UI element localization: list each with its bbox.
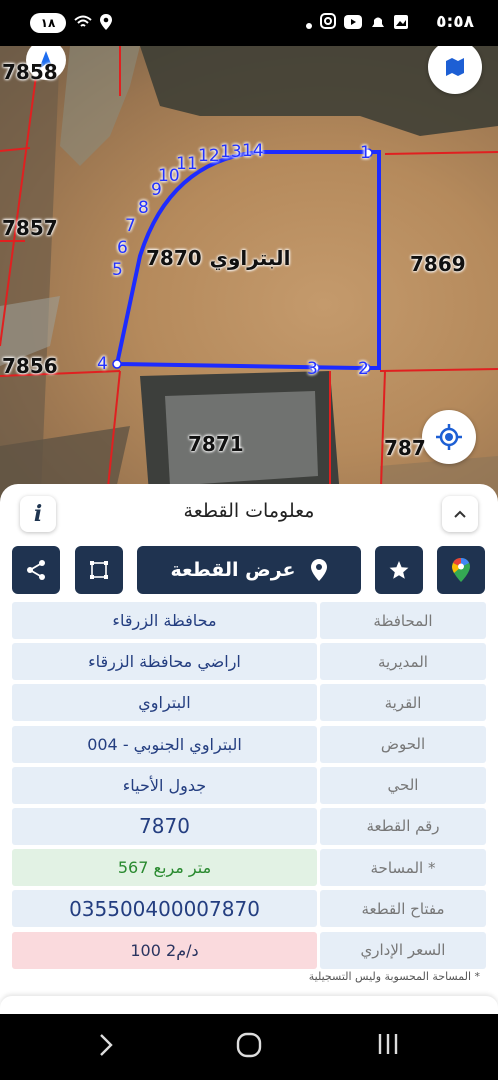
location-pin-icon [310,559,327,581]
instagram-icon [320,13,336,33]
parcel-info-panel: i معلومات القطعة عرض القطعة محافظة الزرق… [0,484,498,1014]
detail-value: 567 متر مربع [12,849,317,887]
parcel-label[interactable]: 7869 [410,252,466,276]
gps-target-icon [436,424,462,450]
detail-label: الحي [320,766,486,804]
vertex-label: 14 [242,141,264,161]
battery-level: ١٨ [40,16,56,30]
status-icons-left: ١٨ [30,13,112,33]
parcel-details-table: محافظة الزرقاء المحافظة اراضي محافظة الز… [12,602,486,973]
detail-value: البتراوي [12,684,317,722]
vertex-label: 3 [307,359,318,379]
chevron-right-icon [100,1034,113,1056]
chevron-up-icon [454,510,466,518]
detail-label: المساحة * [320,849,486,887]
boundary-button[interactable] [75,546,123,594]
parcel-label[interactable]: 7871 [188,432,244,456]
detail-label: القرية [320,684,486,722]
detail-label: رقم القطعة [320,807,486,845]
google-maps-button[interactable] [437,546,485,594]
detail-value: اراضي محافظة الزرقاء [12,643,317,681]
detail-row-neighborhood: جدول الأحياء الحي [12,766,486,804]
nav-home-button[interactable] [236,1032,262,1065]
detail-row-area: 567 متر مربع المساحة * [12,849,486,887]
detail-row-parcel-key: 035500400007870 مفتاح القطعة [12,890,486,928]
home-circle-icon [236,1032,262,1058]
battery-icon: ١٨ [30,13,66,33]
detail-label: الحوض [320,725,486,763]
share-button[interactable] [12,546,60,594]
detail-row-basin: البتراوي الجنوبي - 004 الحوض [12,725,486,763]
favorite-button[interactable] [375,546,423,594]
layers-icon [446,58,464,76]
parcel-label[interactable]: 7857 [2,216,58,240]
selected-parcel-number: 7870 [146,246,202,270]
nav-recents-button[interactable] [376,1032,400,1063]
system-nav-bar [0,1014,498,1080]
vertex-label: 13 [220,142,242,162]
selected-parcel-label[interactable]: 7870 البتراوي [146,246,290,270]
detail-label: المحافظة [320,602,486,639]
selected-parcel-village: البتراوي [209,246,291,270]
area-footnote: * المساحة المحسوبة وليس التسجيلية [308,970,480,983]
status-bar: ١٨ ٥:٥٨ [0,0,498,46]
bottom-sheet-handle[interactable] [0,996,498,1014]
vertex-label: 6 [117,238,128,258]
detail-value: 100 د/م2 [12,931,317,969]
detail-label: السعر الإداري [320,931,486,969]
detail-value: البتراوي الجنوبي - 004 [12,725,317,763]
dot-icon [306,14,312,33]
star-icon [389,561,409,579]
share-icon [27,560,45,580]
location-icon [100,13,112,33]
detail-value: 7870 [12,807,317,845]
panel-title: معلومات القطعة [183,500,315,522]
polygon-icon [90,561,108,579]
photos-icon [394,14,408,33]
nav-back-button[interactable] [98,1032,114,1065]
vertex-label: 8 [138,198,149,218]
parcel-label[interactable]: 787 [384,436,426,460]
vertex-label: 12 [198,146,220,166]
my-location-button[interactable] [422,410,476,464]
wifi-icon [74,15,92,32]
detail-value: محافظة الزرقاء [12,602,317,639]
vertex-label: 1 [360,143,371,163]
detail-label: المديرية [320,643,486,681]
detail-label: مفتاح القطعة [320,890,486,928]
google-maps-icon [452,558,470,582]
notification-icon [370,14,386,33]
vertex-label: 11 [176,154,198,174]
vertex-label: 5 [112,260,123,280]
vertex-label: 7 [125,216,136,236]
youtube-icon [344,14,362,33]
detail-row-governorate: محافظة الزرقاء المحافظة [12,602,486,639]
parcel-label[interactable]: 7856 [2,354,58,378]
satellite-map[interactable]: 7858 7857 7856 7869 7871 787 7870 البترا… [0,46,498,516]
detail-row-parcel-number: 7870 رقم القطعة [12,807,486,845]
detail-row-village: البتراوي القرية [12,684,486,722]
detail-value[interactable]: 035500400007870 [12,890,317,928]
recents-icon [378,1034,398,1054]
status-icons-right [306,13,408,33]
detail-value: جدول الأحياء [12,766,317,804]
parcel-label[interactable]: 7858 [2,60,58,84]
clock: ٥:٥٨ [436,12,474,32]
detail-row-directorate: اراضي محافظة الزرقاء المديرية [12,643,486,681]
show-parcel-button[interactable]: عرض القطعة [137,546,361,594]
collapse-button[interactable] [442,496,478,532]
detail-row-admin-price: 100 د/م2 السعر الإداري [12,931,486,969]
show-parcel-label: عرض القطعة [170,559,296,581]
vertex-label: 2 [358,359,369,379]
vertex-label: 4 [97,354,108,374]
